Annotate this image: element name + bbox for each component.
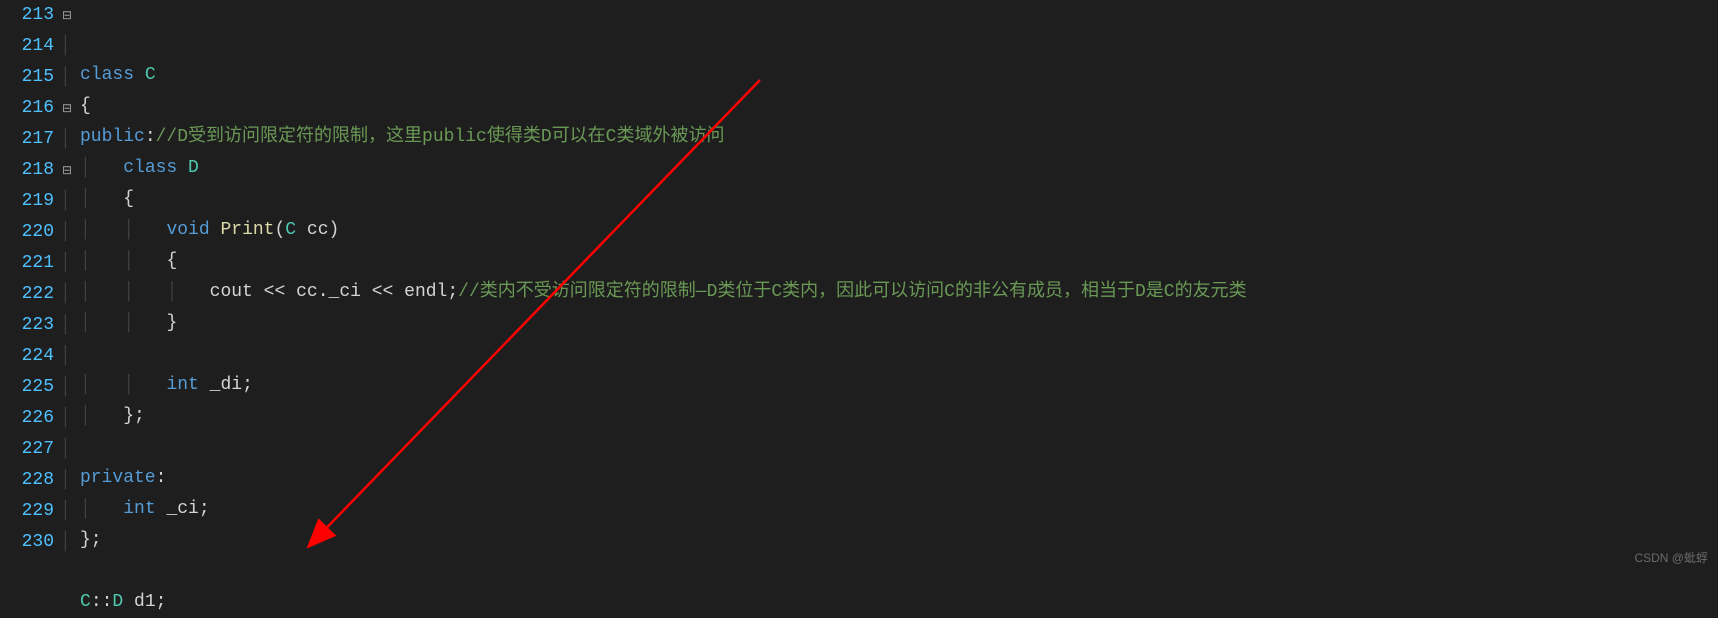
fold-collapse-icon[interactable]: ⊟ [60, 0, 80, 31]
code-line[interactable]: │ int _ci; [80, 494, 1718, 525]
code-line[interactable]: │ }; [80, 401, 1718, 432]
fold-spacer: │ [60, 434, 80, 465]
fold-spacer: │ [60, 279, 80, 310]
line-number-gutter: 2132142152162172182192202212222232242252… [0, 0, 60, 572]
line-number: 221 [0, 248, 54, 279]
line-number: 215 [0, 62, 54, 93]
fold-spacer: │ [60, 248, 80, 279]
code-line[interactable]: private: [80, 463, 1718, 494]
code-line[interactable]: │ │ } [80, 308, 1718, 339]
fold-spacer: │ [60, 403, 80, 434]
code-line[interactable]: }; [80, 525, 1718, 556]
line-number: 226 [0, 403, 54, 434]
line-number: 222 [0, 279, 54, 310]
watermark-text: CSDN @蚍蜉 [1634, 549, 1708, 566]
code-line[interactable]: │ │ { [80, 246, 1718, 277]
code-line[interactable]: │ { [80, 184, 1718, 215]
code-line[interactable]: C::D d1; [80, 587, 1718, 618]
line-number: 230 [0, 527, 54, 558]
fold-gutter[interactable]: ⊟││⊟│⊟││││││││││││ [60, 0, 80, 572]
code-line[interactable] [80, 339, 1718, 370]
fold-spacer: │ [60, 465, 80, 496]
fold-collapse-icon[interactable]: ⊟ [60, 155, 80, 186]
code-line[interactable]: │ │ │ cout << cc._ci << endl;//类内不受访问限定符… [80, 277, 1718, 308]
code-line[interactable] [80, 432, 1718, 463]
fold-spacer: │ [60, 496, 80, 527]
line-number: 223 [0, 310, 54, 341]
line-number: 213 [0, 0, 54, 31]
fold-spacer: │ [60, 527, 80, 558]
code-line[interactable]: public://D受到访问限定符的限制，这里public使得类D可以在C类域外… [80, 122, 1718, 153]
fold-spacer: │ [60, 341, 80, 372]
line-number: 217 [0, 124, 54, 155]
line-number: 218 [0, 155, 54, 186]
fold-spacer: │ [60, 31, 80, 62]
fold-spacer: │ [60, 124, 80, 155]
line-number: 219 [0, 186, 54, 217]
code-line[interactable]: │ │ int _di; [80, 370, 1718, 401]
code-line[interactable]: { [80, 91, 1718, 122]
fold-collapse-icon[interactable]: ⊟ [60, 93, 80, 124]
fold-spacer: │ [60, 372, 80, 403]
line-number: 224 [0, 341, 54, 372]
code-line[interactable]: class C [80, 60, 1718, 91]
line-number: 227 [0, 434, 54, 465]
fold-spacer: │ [60, 186, 80, 217]
code-line[interactable]: │ class D [80, 153, 1718, 184]
line-number: 214 [0, 31, 54, 62]
line-number: 220 [0, 217, 54, 248]
line-number: 229 [0, 496, 54, 527]
fold-spacer: │ [60, 217, 80, 248]
code-body[interactable]: class C{public://D受到访问限定符的限制，这里public使得类… [80, 0, 1718, 572]
fold-spacer: │ [60, 310, 80, 341]
code-line[interactable]: │ │ void Print(C cc) [80, 215, 1718, 246]
fold-spacer: │ [60, 62, 80, 93]
line-number: 225 [0, 372, 54, 403]
code-editor[interactable]: 2132142152162172182192202212222232242252… [0, 0, 1718, 572]
line-number: 216 [0, 93, 54, 124]
line-number: 228 [0, 465, 54, 496]
